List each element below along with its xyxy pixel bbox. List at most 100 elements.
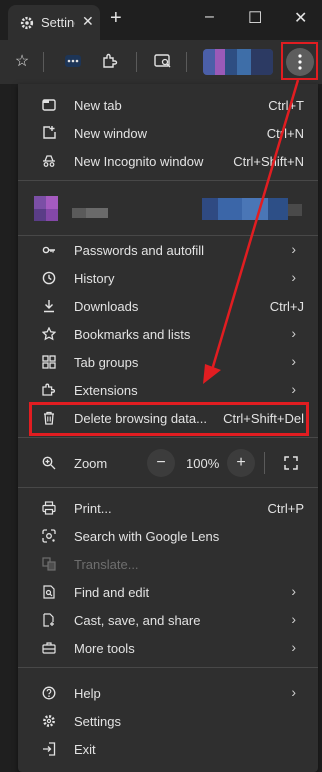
menu-item-label: Translate... [74,557,139,572]
chevron-right-icon: › [291,639,296,655]
menu-item-more-tools[interactable]: More tools › [18,634,318,662]
chevron-right-icon: › [291,611,296,627]
chevron-right-icon: › [291,353,296,369]
menu-item-label: Settings [74,714,121,729]
menu-item-bookmarks[interactable]: Bookmarks and lists › [18,320,318,348]
star-icon[interactable]: ☆ [10,49,34,73]
toolbar-divider [43,52,44,72]
fullscreen-icon[interactable] [284,456,298,470]
tab-close-icon[interactable]: ✕ [82,13,94,30]
zoom-out-button[interactable]: − [147,449,175,477]
menu-item-label: Downloads [74,299,139,314]
zoom-in-button[interactable]: + [227,449,255,477]
tab-title: Settings [41,15,75,30]
print-icon [42,501,56,515]
menu-divider [18,437,318,438]
puzzle-icon [42,383,55,396]
gear-icon [20,16,34,30]
find-icon [43,585,55,599]
toolbox-icon [42,642,56,654]
menu-item-label: History [74,271,115,286]
extensions-badge-icon[interactable] [61,49,85,73]
menu-item-shortcut: Ctrl+N [266,126,304,141]
blurred-profile-info [34,196,302,221]
menu-divider [18,180,318,181]
maximize-button[interactable]: ☐ [248,8,262,28]
menu-item-extensions[interactable]: Extensions › [18,376,318,404]
puzzle-icon[interactable] [98,49,122,73]
menu-item-help[interactable]: Help › [18,679,318,707]
tab-search-icon[interactable] [151,49,175,73]
chevron-right-icon: › [291,381,296,397]
menu-item-label: Print... [74,501,112,516]
menu-item-new-tab[interactable]: New tab Ctrl+T [18,91,318,119]
tab-settings[interactable]: Settings ✕ [8,5,100,40]
incognito-icon [43,155,55,167]
gear-icon [43,715,55,727]
menu-item-label: Exit [74,742,96,757]
zoom-value: 100% [186,456,220,471]
menu-item-label: Help [74,686,101,701]
menu-item-tab-groups[interactable]: Tab groups › [18,348,318,376]
profile-row[interactable] [32,194,308,224]
menu-divider [18,667,318,668]
profile-avatar[interactable] [203,49,273,75]
chevron-right-icon: › [291,325,296,341]
chevron-right-icon: › [291,583,296,599]
menu-item-label: New tab [74,98,122,113]
delete-browsing-data-highlight [29,402,309,436]
cast-icon [43,613,54,627]
menu-item-label: Tab groups [74,355,139,370]
menu-item-new-window[interactable]: New window Ctrl+N [18,119,318,147]
new-tab-button[interactable]: + [110,7,122,30]
minimize-button[interactable]: – [205,8,214,26]
star-icon [42,327,56,341]
title-bar: Settings ✕ + – ☐ ✕ [0,0,322,40]
menu-item-label: Bookmarks and lists [74,327,191,342]
menu-item-shortcut: Ctrl+P [267,501,304,516]
help-icon [42,686,56,700]
menu-item-shortcut: Ctrl+T [268,98,304,113]
menu-item-google-lens[interactable]: Search with Google Lens [18,522,318,550]
tab-groups-icon [42,355,56,369]
menu-item-new-incognito-window[interactable]: New Incognito window Ctrl+Shift+N [18,147,318,175]
menu-item-translate: Translate... [18,550,318,578]
chevron-right-icon: › [291,269,296,285]
chevron-right-icon: › [291,241,296,257]
zoom-icon [42,456,56,470]
toolbar-divider [136,52,137,72]
menu-item-label: Extensions [74,383,138,398]
menu-item-find-and-edit[interactable]: Find and edit › [18,578,318,606]
new-window-icon [43,126,56,139]
zoom-divider [264,452,265,474]
menu-item-shortcut: Ctrl+Shift+N [233,154,304,169]
menu-item-label: Cast, save, and share [74,613,201,628]
menu-item-passwords[interactable]: Passwords and autofill › [18,236,318,264]
menu-item-label: New window [74,126,147,141]
new-tab-icon [42,99,56,111]
toolbar-divider [186,52,187,72]
download-icon [44,300,54,313]
toolbar: ☆ [0,40,322,84]
history-icon [42,271,56,285]
menu-item-settings[interactable]: Settings [18,707,318,735]
chevron-right-icon: › [291,684,296,700]
menu-item-label: Find and edit [74,585,150,600]
window-close-button[interactable]: ✕ [294,8,307,28]
menu-divider [18,487,318,488]
zoom-row: Zoom − 100% + [18,449,318,479]
menu-item-downloads[interactable]: Downloads Ctrl+J [18,292,318,320]
translate-icon [42,557,56,571]
menu-item-label: Search with Google Lens [74,529,220,544]
exit-icon [43,742,56,756]
key-icon [42,246,55,254]
menu-item-label: Passwords and autofill [74,243,205,258]
menu-item-history[interactable]: History › [18,264,318,292]
menu-item-label: More tools [74,641,135,656]
menu-item-exit[interactable]: Exit [18,735,318,763]
menu-item-print[interactable]: Print... Ctrl+P [18,494,318,522]
menu-item-cast-save-share[interactable]: Cast, save, and share › [18,606,318,634]
menu-item-shortcut: Ctrl+J [269,299,304,314]
menu-button-highlight [281,42,318,80]
menu-item-label: New Incognito window [74,154,204,169]
